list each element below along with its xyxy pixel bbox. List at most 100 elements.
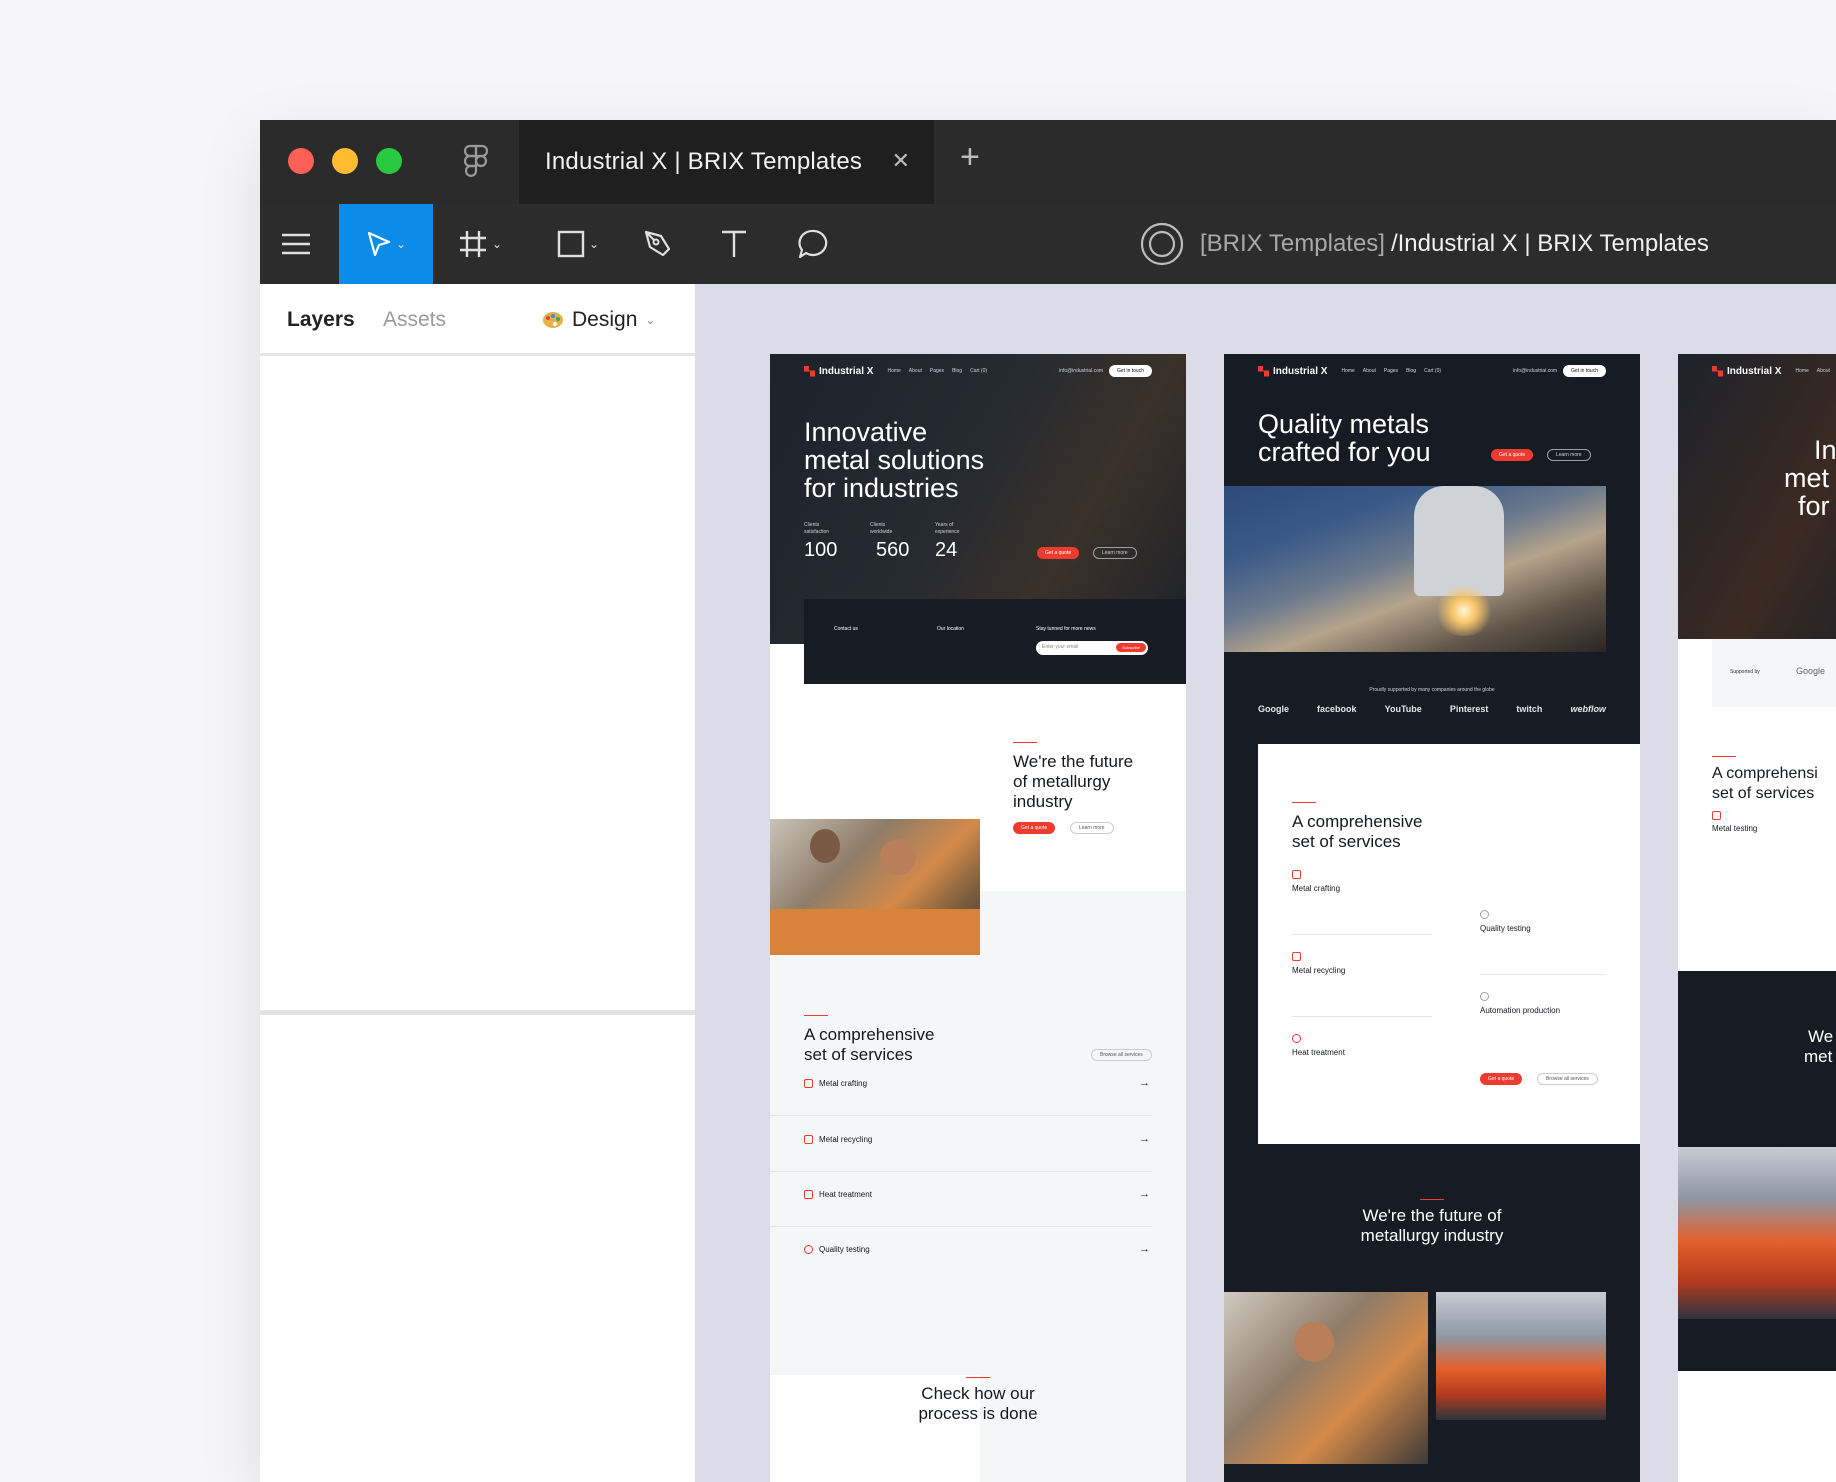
- get-quote-button[interactable]: Get a quote: [1037, 547, 1080, 559]
- main-menu-button[interactable]: [278, 204, 314, 284]
- logo-icon: [804, 365, 815, 377]
- maximize-window-button[interactable]: [376, 148, 402, 174]
- nav-cta-button[interactable]: Get in touch: [1109, 365, 1152, 377]
- newsletter-email-input[interactable]: Enter your email Subscribe: [1036, 641, 1148, 655]
- service-name[interactable]: Heat treatment: [819, 1190, 872, 1199]
- get-quote-button[interactable]: Get a quote: [1491, 449, 1534, 461]
- service-name[interactable]: Metal recycling: [819, 1135, 872, 1144]
- new-tab-button[interactable]: +: [960, 140, 980, 174]
- nav-link[interactable]: Blog: [952, 368, 962, 374]
- shape-tool-button[interactable]: ⌄: [548, 204, 608, 284]
- browse-services-button[interactable]: Browse all services: [1537, 1073, 1598, 1085]
- tab-design-label: Design: [572, 308, 638, 331]
- palette-icon: [543, 312, 563, 328]
- service-name[interactable]: Heat treatment: [1292, 1048, 1345, 1057]
- worker-face: [880, 839, 916, 875]
- site-nav: Industrial X Home About Pages Blog Cart …: [1224, 354, 1640, 388]
- service-name[interactable]: Automation production: [1480, 1006, 1560, 1015]
- automation-icon: [1480, 992, 1489, 1001]
- future-title: We're the future of metallurgy industry: [1013, 752, 1134, 811]
- breadcrumb[interactable]: [BRIX Templates] /Industrial X | BRIX Te…: [1140, 222, 1709, 266]
- frame-home-v3[interactable]: Industrial X Home About In met for Suppo…: [1678, 354, 1836, 1482]
- nav-cta-button[interactable]: Get in touch: [1563, 365, 1606, 377]
- process-title: Check how our process is done: [918, 1384, 1038, 1423]
- service-name[interactable]: Metal recycling: [1292, 966, 1345, 975]
- canvas[interactable]: Industrial X Home About Pages Blog Cart …: [695, 284, 1836, 1482]
- hero-title-line: In: [1814, 435, 1836, 465]
- partner-logo: YouTube: [1384, 704, 1422, 714]
- nav-link[interactable]: Cart (0): [1424, 368, 1441, 374]
- tab-assets[interactable]: Assets: [383, 308, 446, 332]
- comment-tool-button[interactable]: [790, 204, 838, 284]
- close-window-button[interactable]: [288, 148, 314, 174]
- crafting-icon: [804, 1079, 813, 1088]
- arrow-right-icon[interactable]: →: [1139, 1133, 1150, 1145]
- quality-icon: [1480, 910, 1489, 919]
- pen-icon: [644, 230, 671, 257]
- rectangle-icon: [557, 230, 585, 258]
- arrow-right-icon[interactable]: →: [1139, 1077, 1150, 1089]
- factory-photo: [1678, 1147, 1836, 1319]
- recycling-icon: [804, 1135, 813, 1144]
- frame-icon: [459, 231, 486, 257]
- section-accent: [1292, 802, 1316, 803]
- learn-more-button[interactable]: Learn more: [1547, 449, 1591, 461]
- future-section: We met: [1678, 971, 1836, 1371]
- team-name[interactable]: [BRIX Templates]: [1200, 230, 1385, 258]
- cursor-icon: [367, 231, 391, 257]
- arrow-right-icon[interactable]: →: [1139, 1243, 1150, 1255]
- service-name[interactable]: Metal crafting: [1292, 884, 1340, 893]
- hamburger-icon: [282, 233, 310, 255]
- tab-layers[interactable]: Layers: [287, 308, 355, 332]
- frame-home-v1[interactable]: Industrial X Home About Pages Blog Cart …: [770, 354, 1186, 1482]
- text-tool-button[interactable]: [712, 204, 756, 284]
- section-accent: [966, 1377, 990, 1378]
- nav-link[interactable]: Home: [887, 368, 900, 374]
- file-tab[interactable]: Industrial X | BRIX Templates ✕: [519, 120, 934, 204]
- minimize-window-button[interactable]: [332, 148, 358, 174]
- nav-email[interactable]: info@industrial.com: [1513, 368, 1557, 374]
- service-name[interactable]: Quality testing: [1480, 924, 1531, 933]
- stat-label: Clients satisfaction: [804, 522, 830, 535]
- learn-more-button[interactable]: Learn more: [1093, 547, 1137, 559]
- learn-more-button[interactable]: Learn more: [1070, 822, 1114, 834]
- nav-link[interactable]: About: [909, 368, 922, 374]
- stat-value: 100: [804, 539, 838, 561]
- service-name[interactable]: Metal crafting: [819, 1079, 867, 1088]
- welder-figure: [1414, 486, 1504, 596]
- nav-link[interactable]: Blog: [1406, 368, 1416, 374]
- get-quote-button[interactable]: Get a quote: [1013, 822, 1056, 834]
- nav-link[interactable]: About: [1363, 368, 1376, 374]
- pen-tool-button[interactable]: [634, 204, 682, 284]
- service-name[interactable]: Metal testing: [1712, 824, 1757, 833]
- close-tab-icon[interactable]: ✕: [892, 148, 910, 174]
- frame-tool-button[interactable]: ⌄: [450, 204, 510, 284]
- partner-logo: Google: [1796, 666, 1826, 676]
- subscribe-button[interactable]: Subscribe: [1116, 643, 1146, 652]
- arrow-right-icon[interactable]: →: [1139, 1188, 1150, 1200]
- services-title: A comprehensi set of services: [1712, 765, 1818, 802]
- nav-email[interactable]: info@industrial.com: [1059, 368, 1103, 374]
- move-tool-button[interactable]: ⌄: [339, 204, 433, 284]
- partner-logo: twitch: [1516, 704, 1543, 714]
- nav-link[interactable]: About: [1817, 368, 1830, 374]
- chevron-down-icon: ⌄: [588, 237, 600, 251]
- service-name[interactable]: Quality testing: [819, 1245, 870, 1254]
- partner-logo: webflow: [1570, 704, 1606, 714]
- nav-link[interactable]: Home: [1341, 368, 1354, 374]
- figma-icon[interactable]: [460, 144, 492, 178]
- nav-link[interactable]: Home: [1795, 368, 1808, 374]
- site-logo[interactable]: Industrial X: [804, 365, 873, 377]
- welder-photo: [1224, 486, 1606, 652]
- frame-home-v2[interactable]: Industrial X Home About Pages Blog Cart …: [1224, 354, 1640, 1482]
- site-logo[interactable]: Industrial X: [1258, 365, 1327, 377]
- file-name[interactable]: /Industrial X | BRIX Templates: [1391, 230, 1709, 258]
- divider: [770, 1115, 1152, 1116]
- tab-design[interactable]: Design ⌄: [542, 308, 655, 332]
- browse-services-button[interactable]: Browse all services: [1091, 1049, 1152, 1061]
- nav-link[interactable]: Cart (0): [970, 368, 987, 374]
- nav-link[interactable]: Pages: [1384, 368, 1398, 374]
- get-quote-button[interactable]: Get a quote: [1480, 1073, 1523, 1085]
- nav-link[interactable]: Pages: [930, 368, 944, 374]
- site-logo[interactable]: Industrial X: [1712, 365, 1781, 377]
